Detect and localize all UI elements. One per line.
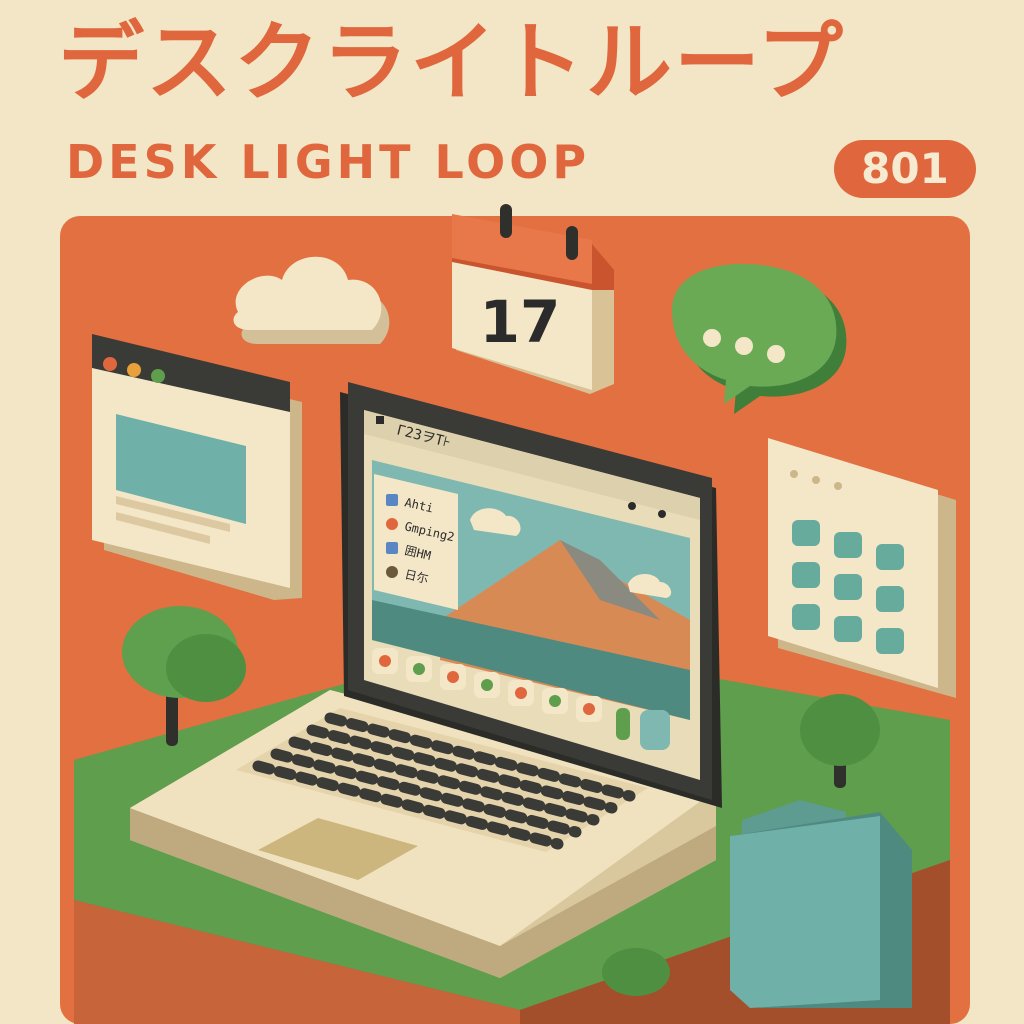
- poster: デスクライトループ DESK LIGHT LOOP 801 17 Γ23ヲΤ⊦ …: [0, 0, 1024, 1024]
- dock-app-icon[interactable]: [616, 708, 630, 740]
- calendar-day-number: 17: [480, 288, 561, 356]
- folder-icon: [730, 800, 912, 1008]
- bush-icon: [602, 948, 670, 996]
- dock-app-icon[interactable]: [640, 710, 670, 750]
- illustration-scene: 17 Γ23ヲΤ⊦ Ahti Gmping2 囲HM 日尓: [60, 204, 970, 1024]
